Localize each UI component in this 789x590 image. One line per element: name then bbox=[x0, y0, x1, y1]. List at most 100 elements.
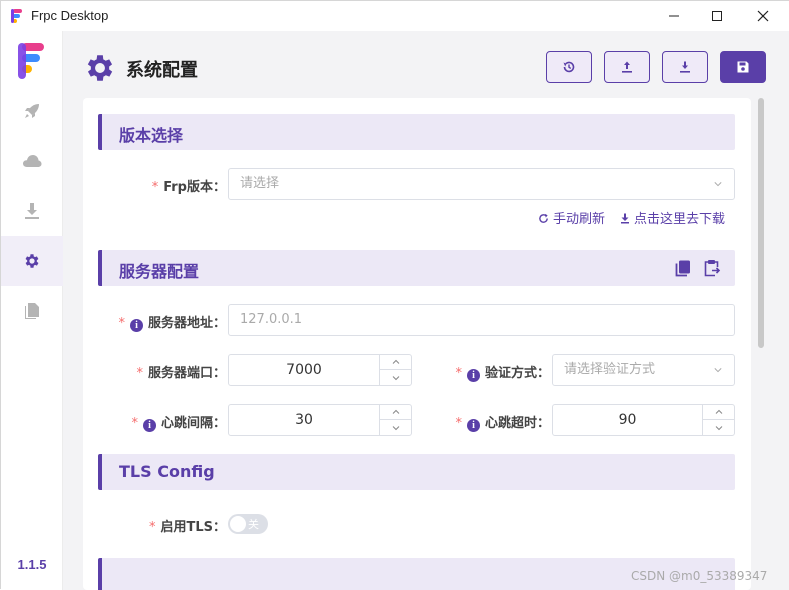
gear-icon bbox=[87, 55, 113, 81]
sidebar-item-settings[interactable] bbox=[1, 236, 63, 286]
logo bbox=[18, 43, 44, 79]
increment-button[interactable] bbox=[380, 405, 411, 420]
server-port-stepper[interactable]: 7000 bbox=[228, 354, 412, 386]
history-icon bbox=[563, 61, 575, 73]
sidebar: 1.1.5 bbox=[1, 31, 63, 590]
scrollbar-thumb[interactable] bbox=[758, 98, 764, 348]
required-mark: * bbox=[136, 366, 143, 381]
download-icon bbox=[25, 203, 39, 219]
enable-tls-switch[interactable]: 关 bbox=[228, 514, 268, 534]
stepper-value[interactable]: 7000 bbox=[229, 355, 379, 385]
stepper-controls bbox=[702, 405, 734, 435]
info-icon[interactable]: i bbox=[129, 319, 143, 332]
stepper-value[interactable]: 90 bbox=[553, 405, 702, 435]
heartbeat-timeout-label: * i 心跳超时： bbox=[455, 412, 550, 432]
stepper-value[interactable]: 30 bbox=[229, 405, 379, 435]
label-text: 验证方式： bbox=[484, 366, 550, 381]
switch-state-text: 关 bbox=[248, 518, 259, 531]
refresh-link-text: 手动刷新 bbox=[553, 212, 606, 227]
main-content: 系统配置 版本选择 * Frp版本： 请选择 手动刷新 点击这里去下载 服务器配… bbox=[63, 31, 789, 590]
upload-icon bbox=[622, 61, 632, 73]
server-port-label: * 服务器端口： bbox=[136, 362, 226, 381]
chevron-down-icon bbox=[715, 425, 722, 430]
maximize-icon bbox=[712, 11, 722, 21]
paste-icon[interactable] bbox=[703, 259, 721, 277]
download-link[interactable]: 点击这里去下载 bbox=[620, 208, 725, 227]
section-title: 版本选择 bbox=[119, 126, 184, 145]
required-mark: * bbox=[455, 416, 462, 431]
label-text: 心跳超时： bbox=[484, 416, 550, 431]
server-address-label: * i 服务器地址： bbox=[118, 312, 226, 332]
required-mark: * bbox=[131, 416, 138, 431]
app-version: 1.1.5 bbox=[17, 557, 47, 572]
chevron-up-icon bbox=[392, 409, 399, 414]
auth-method-label: * i 验证方式： bbox=[455, 362, 550, 382]
window-title: Frpc Desktop bbox=[31, 8, 109, 23]
sidebar-item-proxy[interactable] bbox=[1, 136, 63, 186]
scrollbar[interactable] bbox=[757, 98, 765, 590]
export-button[interactable] bbox=[604, 51, 650, 83]
chevron-up-icon bbox=[392, 359, 399, 364]
auth-method-select[interactable]: 请选择验证方式 bbox=[552, 354, 735, 386]
heartbeat-interval-stepper[interactable]: 30 bbox=[228, 404, 412, 436]
label-text: 启用TLS： bbox=[160, 520, 226, 535]
label-text: 服务器地址： bbox=[147, 316, 226, 331]
info-icon[interactable]: i bbox=[466, 419, 480, 432]
decrement-button[interactable] bbox=[380, 370, 411, 385]
save-button[interactable] bbox=[720, 51, 766, 83]
increment-button[interactable] bbox=[703, 405, 734, 420]
section-title: 服务器配置 bbox=[119, 262, 200, 281]
page-title: 系统配置 bbox=[126, 60, 198, 81]
file-icon bbox=[25, 303, 39, 319]
cloud-icon bbox=[23, 155, 42, 167]
sidebar-item-download[interactable] bbox=[1, 186, 63, 236]
label-text: 服务器端口： bbox=[147, 366, 226, 381]
section-header-server: 服务器配置 bbox=[98, 250, 735, 286]
required-mark: * bbox=[118, 316, 125, 331]
decrement-button[interactable] bbox=[703, 420, 734, 435]
info-icon[interactable]: i bbox=[466, 369, 480, 382]
chevron-down-icon bbox=[714, 368, 722, 373]
chevron-down-icon bbox=[714, 182, 722, 187]
stepper-controls bbox=[379, 405, 411, 435]
maximize-button[interactable] bbox=[694, 1, 740, 31]
label-text: Frp版本： bbox=[163, 180, 226, 195]
stepper-controls bbox=[379, 355, 411, 385]
increment-button[interactable] bbox=[380, 355, 411, 370]
sidebar-item-logs[interactable] bbox=[1, 286, 63, 336]
switch-knob bbox=[230, 516, 246, 532]
select-placeholder: 请选择验证方式 bbox=[564, 362, 656, 377]
refresh-link[interactable]: 手动刷新 bbox=[538, 208, 605, 227]
chevron-down-icon bbox=[392, 425, 399, 430]
section-title: TLS Config bbox=[119, 462, 215, 481]
copy-icon[interactable] bbox=[675, 260, 691, 277]
info-icon[interactable]: i bbox=[142, 419, 156, 432]
app-logo-icon bbox=[11, 9, 22, 23]
minimize-button[interactable] bbox=[651, 1, 697, 31]
input-placeholder: 127.0.0.1 bbox=[240, 312, 303, 327]
app-window: Frpc Desktop 1.1.5 系统配置 版本选择 * Frp版本： 请选… bbox=[0, 0, 789, 590]
close-button[interactable] bbox=[740, 1, 786, 31]
frp-version-select[interactable]: 请选择 bbox=[228, 168, 735, 200]
close-icon bbox=[757, 10, 769, 22]
chevron-up-icon bbox=[715, 409, 722, 414]
reset-button[interactable] bbox=[546, 51, 592, 83]
frp-version-label: * Frp版本： bbox=[152, 176, 226, 195]
sidebar-item-home[interactable] bbox=[1, 86, 63, 136]
import-button[interactable] bbox=[662, 51, 708, 83]
enable-tls-label: * 启用TLS： bbox=[149, 516, 226, 535]
gear-icon bbox=[25, 254, 39, 268]
chevron-down-icon bbox=[392, 375, 399, 380]
title-bar: Frpc Desktop bbox=[1, 1, 789, 31]
decrement-button[interactable] bbox=[380, 420, 411, 435]
server-address-input[interactable]: 127.0.0.1 bbox=[228, 304, 735, 336]
save-icon bbox=[737, 61, 749, 73]
download-icon bbox=[680, 61, 690, 73]
section-header-tls: TLS Config bbox=[98, 454, 735, 490]
label-text: 心跳间隔： bbox=[160, 416, 226, 431]
required-mark: * bbox=[148, 520, 156, 535]
select-placeholder: 请选择 bbox=[240, 176, 280, 191]
required-mark: * bbox=[455, 366, 462, 381]
config-form-card: 版本选择 * Frp版本： 请选择 手动刷新 点击这里去下载 服务器配置 * i… bbox=[83, 98, 751, 590]
heartbeat-timeout-stepper[interactable]: 90 bbox=[552, 404, 735, 436]
